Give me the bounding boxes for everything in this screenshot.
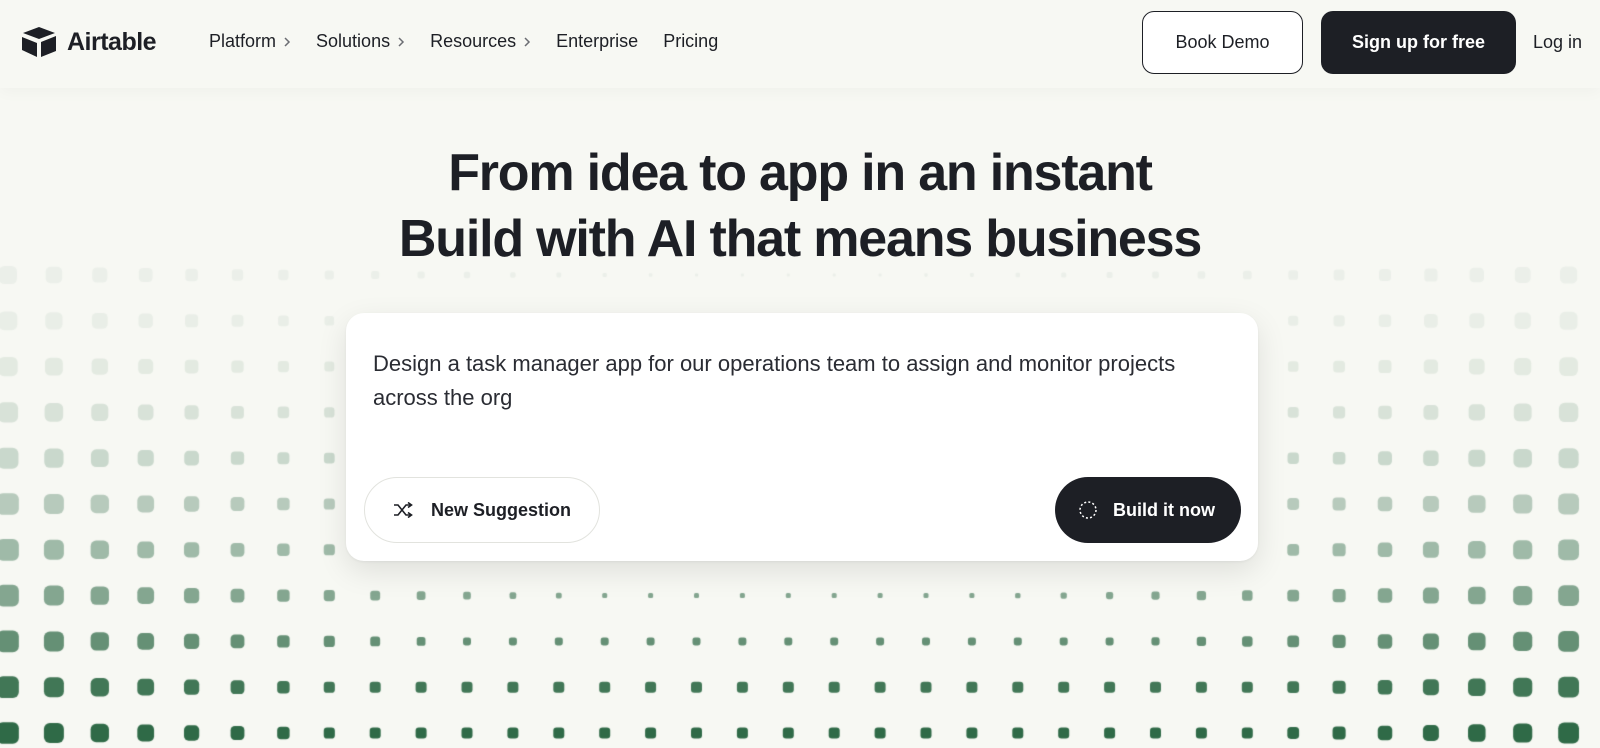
sparkle-icon <box>1079 501 1097 519</box>
hero-line-2: Build with AI that means business <box>398 210 1202 268</box>
nav-resources[interactable]: Resources <box>430 31 531 52</box>
new-suggestion-label: New Suggestion <box>431 499 572 520</box>
airtable-logo[interactable]: Airtable <box>20 25 157 59</box>
hero-heading: From idea to app in an instant Build wit… <box>0 140 1600 272</box>
nav-solutions[interactable]: Solutions <box>316 31 405 52</box>
logo-wordmark: Airtable <box>67 27 157 56</box>
nav-platform-label: Platform <box>209 31 277 51</box>
build-it-now-label: Build it now <box>1113 499 1215 520</box>
airtable-logo-icon <box>22 27 56 57</box>
log-in-link[interactable]: Log in <box>1533 32 1582 53</box>
nav-pricing-label: Pricing <box>663 31 719 51</box>
main-nav: Platform Solutions Resources Enterprise … <box>209 31 743 52</box>
nav-enterprise[interactable]: Enterprise <box>556 31 638 52</box>
nav-enterprise-label: Enterprise <box>556 31 639 51</box>
prompt-input[interactable]: Design a task manager app for our operat… <box>373 347 1193 415</box>
book-demo-button[interactable]: Book Demo <box>1142 11 1303 74</box>
nav-solutions-label: Solutions <box>316 31 391 51</box>
hero-line-1: From idea to app in an instant <box>448 144 1153 202</box>
new-suggestion-button[interactable]: New Suggestion <box>364 477 600 543</box>
nav-pricing[interactable]: Pricing <box>663 31 718 52</box>
chevron-right-icon <box>284 36 291 47</box>
prompt-card: Design a task manager app for our operat… <box>346 313 1258 561</box>
nav-resources-label: Resources <box>430 31 517 51</box>
chevron-right-icon <box>524 36 531 47</box>
sign-up-button[interactable]: Sign up for free <box>1321 11 1516 74</box>
nav-platform[interactable]: Platform <box>209 31 291 52</box>
build-it-now-button[interactable]: Build it now <box>1055 477 1241 543</box>
chevron-right-icon <box>398 36 405 47</box>
site-header: Airtable Platform Solutions Resources En… <box>0 0 1600 88</box>
shuffle-icon <box>394 502 413 518</box>
